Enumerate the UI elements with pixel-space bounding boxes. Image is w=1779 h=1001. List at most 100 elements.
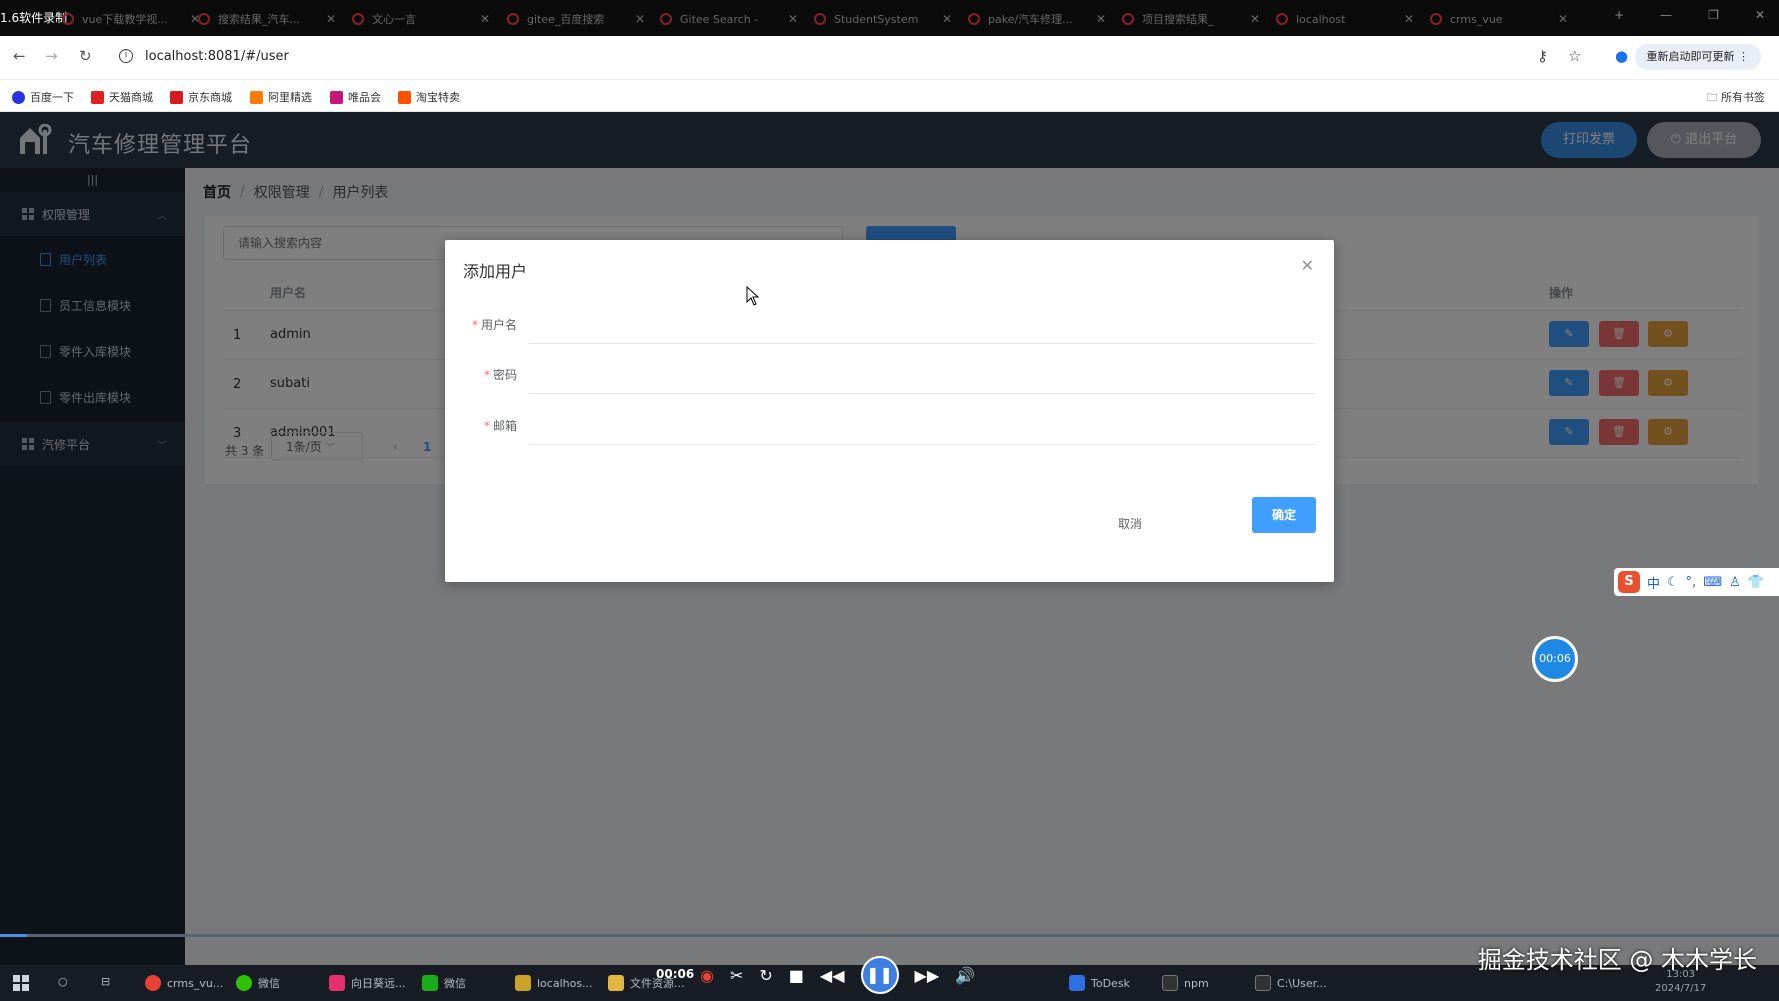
cancel-button[interactable]: 取消 xyxy=(1085,506,1175,542)
ime-toolbar: S 中 ☾ °, ⌨ ♙ 👕 xyxy=(1614,568,1779,596)
browser-tab[interactable]: 项目搜索结果_ ✕ xyxy=(1122,8,1272,30)
password-label: * 密码 xyxy=(483,368,517,382)
baidu-icon xyxy=(12,90,25,104)
email-input[interactable] xyxy=(529,405,1315,445)
tab-favicon-icon xyxy=(507,13,519,25)
username-input[interactable] xyxy=(529,304,1315,344)
tab-favicon-icon xyxy=(1430,13,1442,25)
tab-favicon-icon xyxy=(660,13,672,25)
address-bar: ← → ↻ i localhost:8081/#/user ⚷ ☆ ● 重新启动… xyxy=(0,36,1779,80)
taskbar-item[interactable]: npm xyxy=(1162,975,1209,991)
taskbar-item[interactable]: localhos... xyxy=(515,975,593,991)
app: 汽车修理管理平台 打印发票 ⏻ 退出平台 ||| 权限管理 ︿ 用户列表 员工信… xyxy=(0,112,1779,965)
bookmark-item[interactable]: 天猫商城 xyxy=(91,89,153,105)
minimize-icon[interactable]: — xyxy=(1660,8,1672,22)
tab-close-icon[interactable]: ✕ xyxy=(1558,12,1568,26)
tab-close-icon[interactable]: ✕ xyxy=(1096,12,1106,26)
tab-close-icon[interactable]: ✕ xyxy=(788,12,798,26)
wechat-work-icon xyxy=(422,975,438,991)
ali-icon xyxy=(250,90,263,104)
search-icon[interactable]: ○ xyxy=(58,975,68,988)
update-button[interactable]: 重新启动即可更新 ⋮ xyxy=(1634,44,1761,70)
browser-tab[interactable]: 文心一言 ✕ xyxy=(352,8,502,30)
add-user-dialog: 添加用户 ✕ * 用户名 * 密码 * 邮箱 取消 确定 xyxy=(445,240,1334,582)
password-input[interactable] xyxy=(529,354,1315,394)
email-label: * 邮箱 xyxy=(483,419,517,433)
url-field[interactable]: localhost:8081/#/user xyxy=(145,49,289,64)
reload-icon[interactable]: ↻ xyxy=(79,47,92,65)
tab-close-icon[interactable]: ✕ xyxy=(942,12,952,26)
bookmark-item[interactable]: 淘宝特卖 xyxy=(398,89,460,105)
profile-icon[interactable]: ● xyxy=(1615,47,1628,65)
user-icon[interactable]: ♙ xyxy=(1729,575,1741,590)
close-window-icon[interactable]: ✕ xyxy=(1755,8,1765,22)
rewind-icon[interactable]: ◀◀ xyxy=(820,966,845,985)
confirm-button[interactable]: 确定 xyxy=(1252,497,1316,533)
taskbar-item[interactable]: crms_vu... xyxy=(145,975,223,991)
recording-timer[interactable]: 00:06 xyxy=(1532,636,1578,682)
punctuation-icon[interactable]: °, xyxy=(1686,575,1697,590)
sogou-icon: S xyxy=(1618,571,1640,593)
credit-watermark: 掘金技术社区 @ 木木学长 xyxy=(1477,946,1757,974)
tab-favicon-icon xyxy=(62,13,74,25)
browser-tab[interactable]: crms_vue ✕ xyxy=(1430,8,1580,30)
form-row-email: * 邮箱 xyxy=(445,405,1334,445)
browser-tab[interactable]: vue下载教学视... ✕ xyxy=(62,8,212,30)
close-icon[interactable]: ✕ xyxy=(1301,256,1314,275)
taskbar-item[interactable]: 微信 xyxy=(236,975,280,991)
task-view-icon[interactable]: ⊟ xyxy=(101,975,110,988)
windows-start-icon[interactable] xyxy=(13,975,29,991)
site-info-icon[interactable]: i xyxy=(119,49,133,63)
mouse-cursor-icon xyxy=(746,286,760,306)
ime-language[interactable]: 中 xyxy=(1647,573,1660,592)
browser-tab[interactable]: localhost ✕ xyxy=(1276,8,1426,30)
taskbar-item[interactable]: 向日葵远... xyxy=(329,975,406,991)
moon-icon[interactable]: ☾ xyxy=(1667,575,1679,590)
video-progress-fill xyxy=(0,934,27,937)
fast-forward-icon[interactable]: ▶▶ xyxy=(915,966,940,985)
chrome-icon xyxy=(145,975,161,991)
taskbar-item[interactable]: 微信 xyxy=(422,975,466,991)
all-bookmarks[interactable]: 🗀 所有书签 xyxy=(1707,89,1766,108)
new-tab-icon[interactable]: + xyxy=(1614,8,1624,22)
keyboard-icon[interactable]: ⌨ xyxy=(1703,575,1722,590)
browser-tab[interactable]: Gitee Search - ✕ xyxy=(660,8,810,30)
bookmark-item[interactable]: 唯品会 xyxy=(330,89,381,105)
restore-icon[interactable]: ❐ xyxy=(1708,8,1719,22)
pause-button[interactable]: ❚❚ xyxy=(860,956,899,994)
bookmark-item[interactable]: 京东商城 xyxy=(170,89,232,105)
browser-tab-bar: 1.6软件录制 vue下载教学视... ✕ 搜索结果_汽车... ✕ 文心一言 ✕ g… xyxy=(0,0,1779,36)
tab-close-icon[interactable]: ✕ xyxy=(635,12,645,26)
forward-icon[interactable]: → xyxy=(45,47,58,65)
scissors-icon[interactable]: ✂ xyxy=(730,966,743,985)
bookmark-item[interactable]: 阿里精选 xyxy=(250,89,312,105)
vip-icon xyxy=(330,90,343,104)
back-icon[interactable]: ← xyxy=(13,47,26,65)
recorder-record-icon[interactable]: ◉ xyxy=(700,966,714,985)
bookmark-star-icon[interactable]: ☆ xyxy=(1568,47,1581,65)
video-progress-track[interactable] xyxy=(0,934,1779,937)
taskbar-item[interactable]: C:\User... xyxy=(1255,975,1327,991)
tab-close-icon[interactable]: ✕ xyxy=(326,12,336,26)
browser-tab[interactable]: 搜索结果_汽车... ✕ xyxy=(198,8,348,30)
tab-close-icon[interactable]: ✕ xyxy=(1404,12,1414,26)
player-time: 00:06 xyxy=(656,967,695,981)
replay-icon[interactable]: ↻ xyxy=(759,966,772,985)
volume-icon[interactable]: 🔊 xyxy=(955,966,975,985)
key-icon[interactable]: ⚷ xyxy=(1537,47,1548,65)
bookmark-item[interactable]: 百度一下 xyxy=(12,89,74,105)
tab-favicon-icon xyxy=(814,13,826,25)
tab-close-icon[interactable]: ✕ xyxy=(1250,12,1260,26)
tmall-icon xyxy=(91,90,104,104)
browser-tab[interactable]: gitee_百度搜索 ✕ xyxy=(507,8,657,30)
browser-tab[interactable]: StudentSystem ✕ xyxy=(814,8,964,30)
terminal-icon xyxy=(1162,975,1178,991)
stop-icon[interactable]: ■ xyxy=(789,966,804,985)
tab-close-icon[interactable]: ✕ xyxy=(480,12,490,26)
tab-favicon-icon xyxy=(1276,13,1288,25)
shirt-icon[interactable]: 👕 xyxy=(1748,575,1764,590)
taobao-icon xyxy=(398,90,411,104)
bookmarks-bar: 百度一下 天猫商城 京东商城 阿里精选 唯品会 淘宝特卖 🗀 所有书签 xyxy=(0,80,1779,112)
browser-tab[interactable]: pake/汽车修理... ✕ xyxy=(968,8,1118,30)
jd-icon xyxy=(170,90,183,104)
